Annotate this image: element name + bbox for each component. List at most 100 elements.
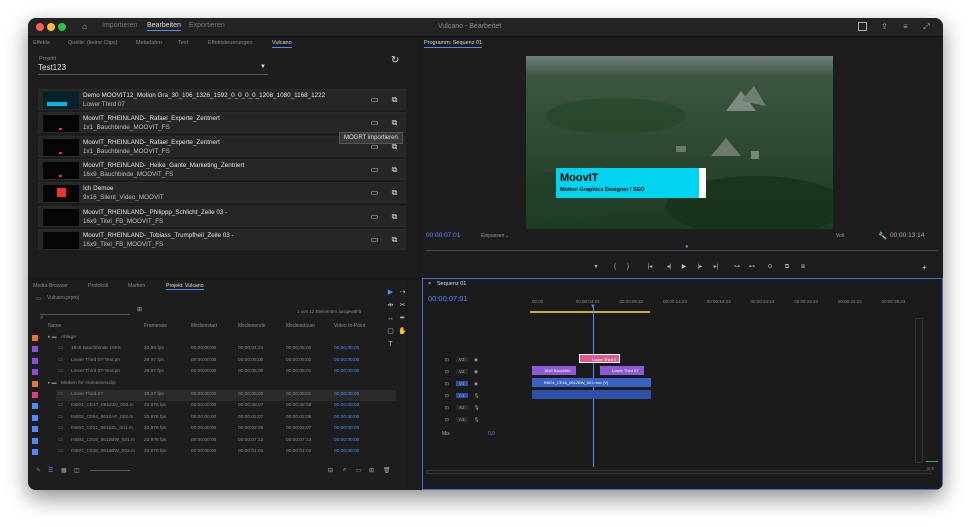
vulcano-item[interactable]: MoovIT_RHEINLAND-_Philippp_Schlicht_Zeil…	[38, 205, 406, 227]
workspace-icon[interactable]	[858, 22, 867, 31]
tab-sequenz[interactable]: Sequenz 01	[437, 281, 466, 287]
fullscreen-icon[interactable]: ⤢	[922, 22, 931, 31]
import-mogrt-icon[interactable]: ▭	[369, 118, 380, 128]
timeline-scrollbar[interactable]	[426, 470, 931, 474]
ripple-tool-icon[interactable]: ⇹	[386, 301, 395, 310]
playhead-line[interactable]	[593, 307, 594, 467]
slip-tool-icon[interactable]: ↔	[386, 314, 395, 323]
vulcano-item[interactable]: Ich Demoe 9x16_Silent_Video_MOOVIT ▭ ⧉	[38, 182, 406, 204]
project-row[interactable]: ▸ ▬ Medien für Animationsclip	[32, 379, 396, 390]
selection-tool-icon[interactable]: ▶	[386, 288, 395, 297]
track-header-v1[interactable]: V1	[456, 381, 468, 386]
clip-lower-third-v3[interactable]: Lower Third 0	[579, 354, 620, 363]
clip-audio-a1[interactable]	[532, 390, 651, 399]
zoom-window-button[interactable]	[58, 23, 66, 31]
program-timecode[interactable]: 00:00:07:01	[426, 232, 460, 239]
home-icon[interactable]: ⌂	[80, 22, 89, 31]
track-header-a1[interactable]: A1	[456, 393, 468, 398]
mic-icon[interactable]: 🎙	[474, 417, 480, 423]
tab-exportieren[interactable]: Exportieren	[189, 22, 225, 29]
tab-effekte[interactable]: Effekte	[33, 40, 50, 46]
hand-tool-icon[interactable]: ✋	[398, 327, 407, 336]
label-color-swatch[interactable]	[32, 449, 38, 455]
label-color-swatch[interactable]	[32, 346, 38, 353]
insert-timeline-icon[interactable]: ⧉	[389, 165, 400, 175]
tab-effektsteuerungen[interactable]: Effektsteuerungen	[208, 40, 253, 46]
clip-video-v1[interactable]: IN001_CE16_0612BW_001.mov [V]	[532, 378, 651, 387]
tab-metadaten[interactable]: Metadaten	[136, 40, 162, 46]
project-row[interactable]: ▭ Lower Third 07-Text.pn 29,97 fps 00;00;00…	[32, 356, 396, 367]
insert-timeline-icon[interactable]: ⧉	[389, 235, 400, 245]
close-window-button[interactable]	[36, 23, 44, 31]
col-framerate[interactable]: Framerate	[144, 323, 167, 329]
mic-icon[interactable]: 🎙	[474, 405, 480, 411]
insert-timeline-icon[interactable]: ⧉	[389, 188, 400, 198]
import-mogrt-icon[interactable]: ▭	[369, 235, 380, 245]
tab-importieren[interactable]: Importieren	[102, 22, 137, 29]
label-color-swatch[interactable]	[32, 380, 38, 387]
step-forward-icon[interactable]: |▸	[695, 263, 705, 271]
program-scrub-bar[interactable]	[426, 250, 938, 251]
bin-icon[interactable]: ⊞	[137, 306, 142, 313]
timeline-vertical-scrollbar[interactable]	[915, 318, 923, 463]
type-tool-icon[interactable]: T	[386, 340, 395, 349]
project-row[interactable]: ▭ Lower Third 07 29,97 fps 00;00;00;00 00;00…	[32, 390, 396, 401]
clip-bauchbinde-v2[interactable]: 16x9 Bauchbin	[532, 366, 576, 375]
track-header-a2[interactable]: A2	[456, 405, 468, 410]
icon-view-icon[interactable]: ▦	[61, 467, 67, 474]
program-playhead-icon[interactable]: ●	[685, 244, 689, 250]
eye-icon[interactable]: ◉	[474, 381, 478, 387]
project-row[interactable]: ▭ IN002_C064_0612AF_002.m 23,976 fps 00:00:…	[32, 413, 396, 424]
vulcano-item[interactable]: MoovIT_RHEINLAND-_Tobiass_Trumpfheil_Zei…	[38, 228, 406, 250]
pen-tool-icon[interactable]: ✒	[398, 314, 407, 323]
insert-timeline-icon[interactable]: ⧉	[389, 95, 400, 105]
track-header-v3[interactable]: V3	[456, 357, 468, 362]
project-select[interactable]: Test123 ▼	[38, 63, 268, 75]
tab-bearbeiten[interactable]: Bearbeiten	[147, 22, 181, 31]
project-row[interactable]: ▭ IN004_C018_0612BW_001.m 23,976 fps 00:00:…	[32, 436, 396, 447]
wrench-icon[interactable]: 🔧	[878, 232, 887, 240]
tab-protokoll[interactable]: Protokoll	[88, 283, 108, 289]
automate-icon[interactable]: ⊟	[328, 467, 333, 474]
project-row[interactable]: ▭ IN003_C021_0612ZL_001.m 23,976 fps 00:00:…	[32, 424, 396, 435]
label-color-swatch[interactable]	[32, 369, 38, 376]
fit-select[interactable]: Einpassen	[481, 233, 504, 239]
marker-icon[interactable]: ▾	[591, 263, 601, 271]
go-to-out-icon[interactable]: ▸|	[711, 263, 721, 271]
tab-marken[interactable]: Marken	[128, 283, 145, 289]
project-search-input[interactable]: ⌕	[40, 306, 130, 321]
program-viewer[interactable]: MoovIT Motion Graphics Designer / SEO	[526, 56, 833, 229]
work-area-bar[interactable]	[530, 311, 650, 313]
tab-media-browser[interactable]: Media-Browser	[33, 283, 68, 289]
lock-icon[interactable]: ⊡	[445, 393, 449, 399]
col-mediendauer[interactable]: Mediendauer	[286, 323, 315, 329]
overwrite-icon[interactable]: ⊷	[747, 263, 757, 271]
quality-select[interactable]: Voll	[836, 233, 844, 239]
in-point-icon[interactable]: {	[610, 263, 620, 271]
share-icon[interactable]: ⇪	[880, 22, 889, 31]
lock-icon[interactable]: ⊡	[445, 369, 449, 375]
col-medienende[interactable]: Medienende	[238, 323, 266, 329]
eye-icon[interactable]: ◉	[474, 369, 478, 375]
new-bin-icon[interactable]: ▭	[356, 467, 362, 474]
col-medienstart[interactable]: Medienstart	[191, 323, 217, 329]
import-mogrt-icon[interactable]: ▭	[369, 165, 380, 175]
mic-icon[interactable]: 🎙	[474, 393, 480, 399]
label-color-swatch[interactable]	[32, 403, 38, 410]
out-point-icon[interactable]: }	[623, 263, 633, 271]
project-row[interactable]: ▭ Lower Third 07-Text.pn 29,97 fps 00;00;00…	[32, 367, 396, 378]
lock-icon[interactable]: ⊡	[445, 417, 449, 423]
col-video-in-point[interactable]: Video In-Point	[334, 323, 365, 329]
project-row[interactable]: ▭ IN007_C018_0613BW_003.m 23,976 fps 00:00:…	[32, 447, 396, 458]
new-item-icon[interactable]: ⊞	[369, 467, 374, 474]
project-row[interactable]: ▭ IN001_CE47_0612JN_003.m 23,976 fps 00:00:…	[32, 401, 396, 412]
label-color-swatch[interactable]	[32, 426, 38, 433]
find-icon[interactable]: ⌕	[343, 467, 346, 474]
label-color-swatch[interactable]	[32, 414, 38, 421]
close-sequence-icon[interactable]: ×	[428, 281, 431, 287]
playhead-icon[interactable]: ▼	[590, 304, 596, 310]
tab-quelle[interactable]: Quelle: (keine Clips)	[68, 40, 118, 46]
eye-icon[interactable]: ◉	[474, 357, 478, 363]
step-back-icon[interactable]: ◂|	[664, 263, 674, 271]
insert-icon[interactable]: ⊶	[732, 263, 742, 271]
